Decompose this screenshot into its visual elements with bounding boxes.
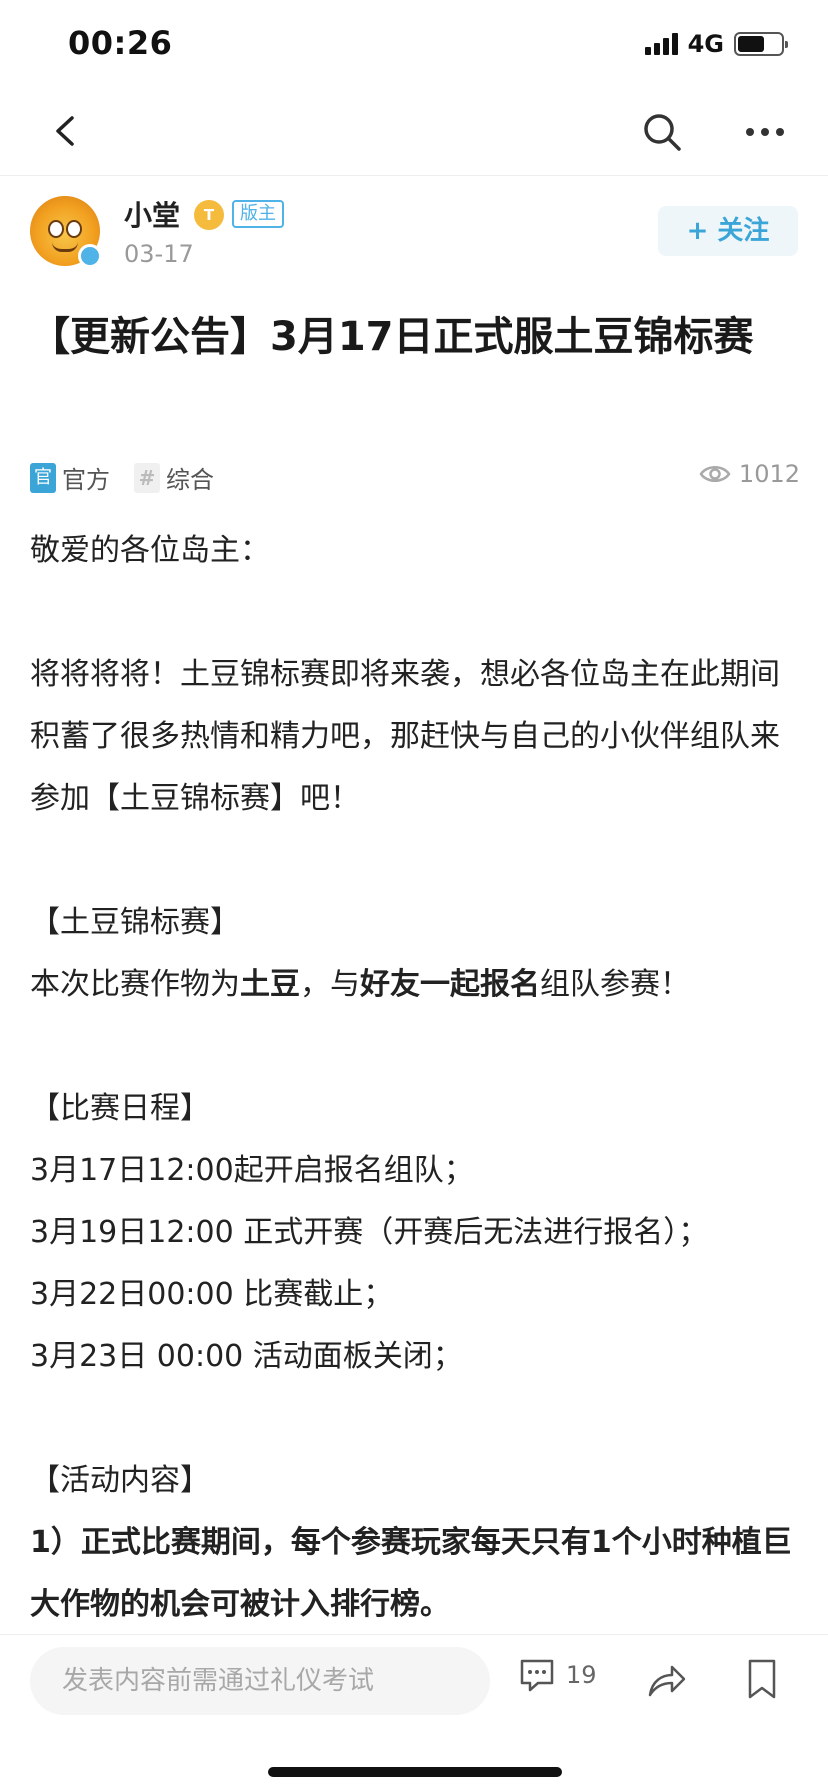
search-icon[interactable] [640,110,684,154]
post-content: 敬爱的各位岛主： 将将将将！土豆锦标赛即将来袭，想必各位岛主在此期间积蓄了很多热… [30,520,806,1636]
status-bar: 00:26 4G [0,0,828,90]
comment-icon [520,1659,554,1692]
tag-topic[interactable]: # 综合 [134,460,214,495]
verified-icon [78,244,102,268]
comment-count: 19 [566,1661,597,1689]
post-date: 03-17 [124,240,194,268]
post-title: 【更新公告】3月17日正式服土豆锦标赛 [30,314,754,360]
tournament-description: 本次比赛作物为土豆，与好友一起报名组队参赛！ [30,967,690,1002]
status-indicators: 4G [644,30,788,58]
share-icon[interactable] [644,1659,688,1703]
section-title-schedule: 【比赛日程】 [30,1091,210,1126]
greeting: 敬爱的各位岛主： [30,533,270,568]
signal-icon [644,33,678,55]
more-horizontal-icon[interactable] [742,110,788,154]
author-row: 小堂 T 版主 03-17 + 关注 [0,190,828,280]
eye-icon [699,466,731,482]
avatar[interactable] [30,196,102,268]
network-type: 4G [687,30,724,58]
activity-rule-1: 1）正式比赛期间，每个参赛玩家每天只有1个小时种植巨大作物的机会可被计入排行榜。 [30,1525,792,1622]
author-name[interactable]: 小堂 [124,194,180,234]
tag-topic-label: 综合 [166,466,214,494]
tag-official-label: 官方 [62,466,110,494]
schedule-item: 3月17日12:00起开启报名组队； [30,1153,474,1188]
intro-paragraph: 将将将将！土豆锦标赛即将来袭，想必各位岛主在此期间积蓄了很多热情和精力吧，那赶快… [30,657,780,816]
follow-button[interactable]: + 关注 [658,206,798,256]
official-tag-icon: 官 [30,462,56,493]
bottom-bar: 19 [0,1634,828,1792]
role-badge: 版主 [232,200,284,228]
section-title-tournament: 【土豆锦标赛】 [30,905,240,940]
battery-icon [734,32,788,56]
schedule-item: 3月23日 00:00 活动面板关闭； [30,1339,463,1374]
view-count: 1012 [699,460,800,488]
comment-button[interactable]: 19 [518,1657,597,1693]
tag-official[interactable]: 官 官方 [30,460,110,495]
bookmark-icon[interactable] [742,1657,782,1701]
home-indicator[interactable] [268,1767,562,1777]
schedule-item: 3月22日00:00 比赛截止； [30,1277,394,1312]
post-meta: 官 官方 # 综合 1012 [30,456,800,496]
hash-icon: # [134,462,160,493]
view-count-value: 1012 [738,460,800,488]
schedule-item: 3月19日12:00 正式开赛（开赛后无法进行报名）； [30,1215,709,1250]
status-time: 00:26 [68,24,173,62]
level-badge: T [194,200,224,230]
nav-bar [0,90,828,176]
comment-input[interactable] [30,1647,490,1715]
section-title-activity: 【活动内容】 [30,1463,210,1498]
chevron-left-icon[interactable] [44,108,90,154]
